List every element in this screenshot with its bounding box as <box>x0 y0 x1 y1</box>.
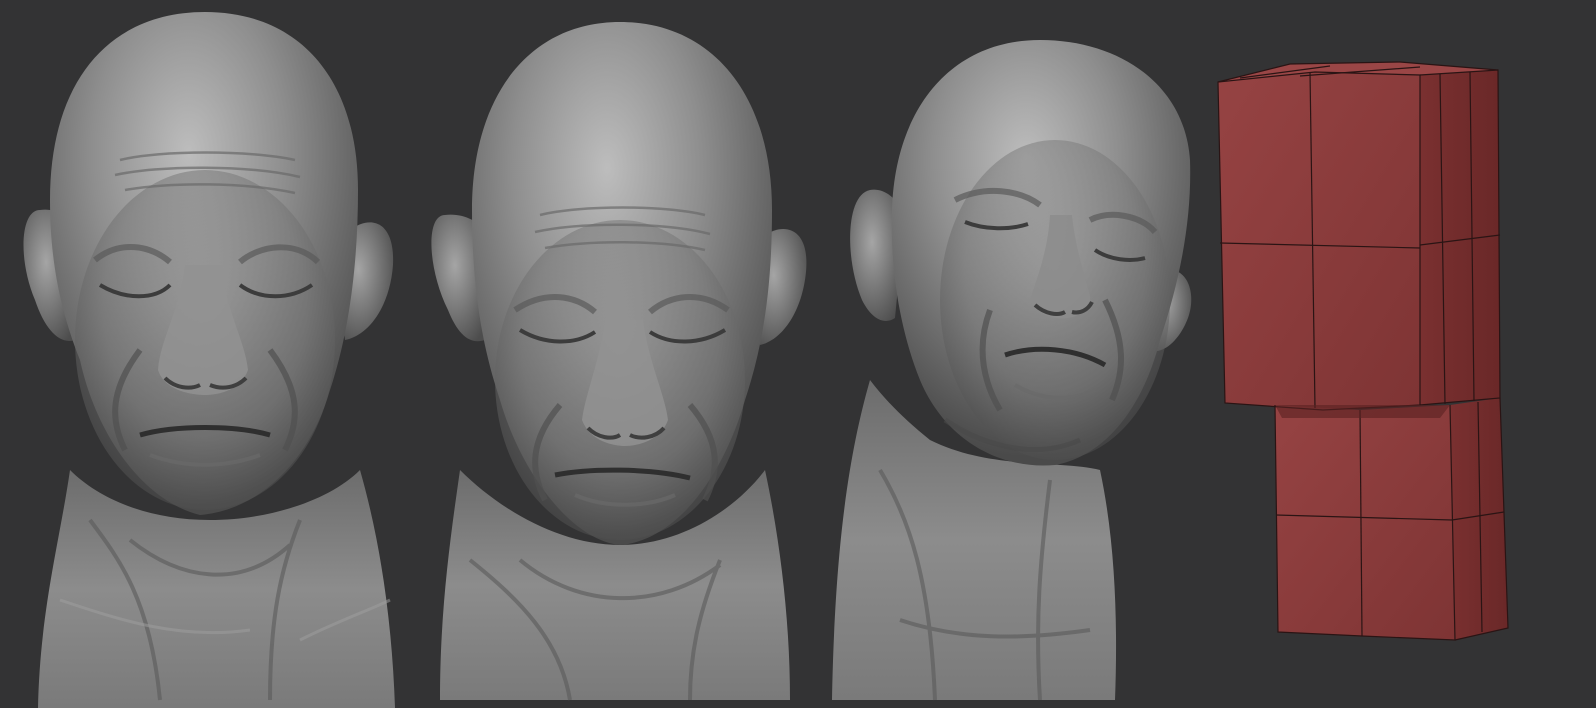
sculpted-bust-3[interactable] <box>832 40 1192 701</box>
base-mesh-blockout[interactable] <box>1217 61 1509 641</box>
scene-canvas <box>23 12 1509 708</box>
sculpted-bust-2[interactable] <box>431 22 807 701</box>
sculpt-viewport[interactable] <box>0 0 1596 708</box>
sculpted-bust-1[interactable] <box>23 12 395 708</box>
